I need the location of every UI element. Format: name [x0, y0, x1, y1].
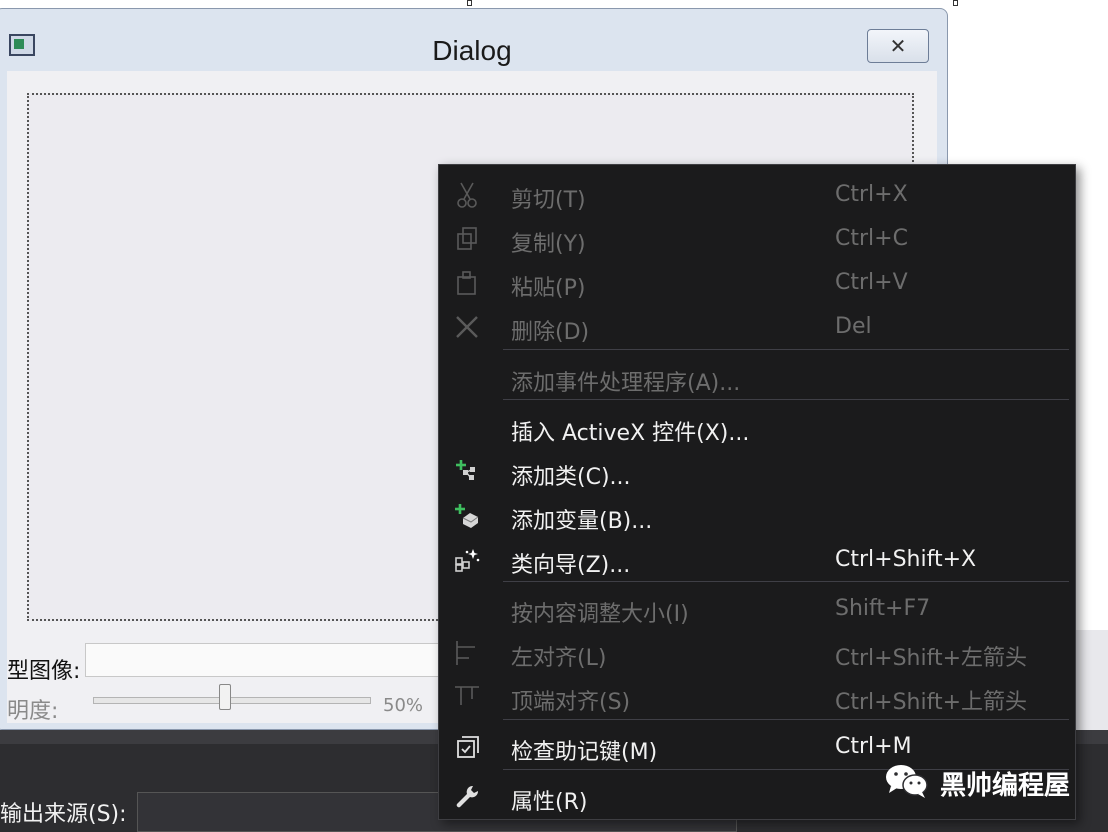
menu-separator: [503, 719, 1069, 720]
watermark: 黑帅编程屋: [884, 762, 1070, 804]
menu-item-shortcut: Ctrl+V: [835, 270, 908, 295]
copy-icon: [452, 224, 482, 254]
menu-item-cut[interactable]: 剪切(T) Ctrl+X: [439, 172, 1075, 216]
menu-item-shortcut: Ctrl+M: [835, 734, 912, 759]
menu-item-label: 粘贴(P): [511, 276, 586, 301]
menu-item-shortcut: Ctrl+Shift+上箭头: [835, 690, 1028, 715]
menu-item-label: 类向导(Z)...: [511, 553, 631, 578]
check-mnemonics-icon: [452, 732, 482, 762]
add-class-icon: [452, 457, 482, 487]
menu-item-delete[interactable]: 删除(D) Del: [439, 304, 1075, 348]
close-button[interactable]: ✕: [867, 29, 929, 63]
wechat-icon: [884, 762, 930, 804]
transparency-slider-thumb[interactable]: [219, 684, 231, 710]
menu-item-insert-activex[interactable]: 插入 ActiveX 控件(X)...: [439, 405, 1075, 449]
scissors-icon: [452, 180, 482, 210]
menu-item-align-left[interactable]: 左对齐(L) Ctrl+Shift+左箭头: [439, 630, 1075, 674]
menu-item-add-class[interactable]: 添加类(C)...: [439, 449, 1075, 493]
ide-right-edge: [1076, 630, 1108, 730]
transparency-value: 50%: [383, 695, 424, 716]
class-wizard-icon: [452, 545, 482, 575]
menu-item-add-event-handler[interactable]: 添加事件处理程序(A)...: [439, 355, 1075, 399]
menu-item-label: 顶端对齐(S): [511, 690, 631, 715]
menu-item-label: 删除(D): [511, 320, 590, 345]
menu-item-copy[interactable]: 复制(Y) Ctrl+C: [439, 216, 1075, 260]
menu-item-label: 添加事件处理程序(A)...: [511, 371, 741, 396]
menu-separator: [503, 349, 1069, 350]
menu-item-shortcut: Del: [835, 314, 872, 339]
menu-item-shortcut: Ctrl+Shift+X: [835, 547, 977, 572]
menu-item-shortcut: Ctrl+X: [835, 182, 908, 207]
menu-item-label: 按内容调整大小(I): [511, 602, 689, 627]
close-icon: ✕: [889, 34, 907, 58]
menu-separator: [503, 581, 1069, 582]
menu-item-label: 添加变量(B)...: [511, 509, 653, 534]
menu-item-align-top[interactable]: 顶端对齐(S) Ctrl+Shift+上箭头: [439, 674, 1075, 718]
menu-item-label: 添加类(C)...: [511, 465, 631, 490]
delete-icon: [452, 312, 482, 342]
menu-item-label: 剪切(T): [511, 188, 586, 213]
add-variable-icon: [452, 501, 482, 531]
menu-item-label: 复制(Y): [511, 232, 586, 257]
menu-item-label: 插入 ActiveX 控件(X)...: [511, 421, 750, 446]
resize-handle[interactable]: [467, 0, 472, 6]
resize-handle[interactable]: [953, 0, 958, 6]
dialog-title: Dialog: [432, 35, 512, 66]
image-label: 型图像:: [7, 659, 81, 684]
menu-item-paste[interactable]: 粘贴(P) Ctrl+V: [439, 260, 1075, 304]
align-left-icon: [452, 638, 482, 668]
menu-item-label: 左对齐(L): [511, 646, 607, 671]
menu-item-add-variable[interactable]: 添加变量(B)...: [439, 493, 1075, 537]
wrench-icon: [452, 782, 482, 812]
menu-item-size-to-content[interactable]: 按内容调整大小(I) Shift+F7: [439, 586, 1075, 630]
menu-item-label: 属性(R): [511, 790, 588, 815]
menu-item-shortcut: Shift+F7: [835, 596, 931, 621]
output-source-label: 输出来源(S):: [0, 802, 127, 827]
menu-item-class-wizard[interactable]: 类向导(Z)... Ctrl+Shift+X: [439, 537, 1075, 581]
align-top-icon: [452, 682, 482, 712]
paste-icon: [452, 268, 482, 298]
watermark-text: 黑帅编程屋: [940, 770, 1071, 801]
menu-item-shortcut: Ctrl+Shift+左箭头: [835, 646, 1028, 671]
transparency-slider-track[interactable]: [93, 697, 371, 704]
menu-item-label: 检查助记键(M): [511, 740, 658, 765]
menu-item-shortcut: Ctrl+C: [835, 226, 908, 251]
image-field[interactable]: [85, 643, 455, 677]
context-menu: 剪切(T) Ctrl+X 复制(Y) Ctrl+C 粘贴(P) Ctrl+V 删…: [438, 164, 1076, 820]
transparency-label: 明度:: [7, 699, 59, 724]
menu-separator: [503, 399, 1069, 400]
